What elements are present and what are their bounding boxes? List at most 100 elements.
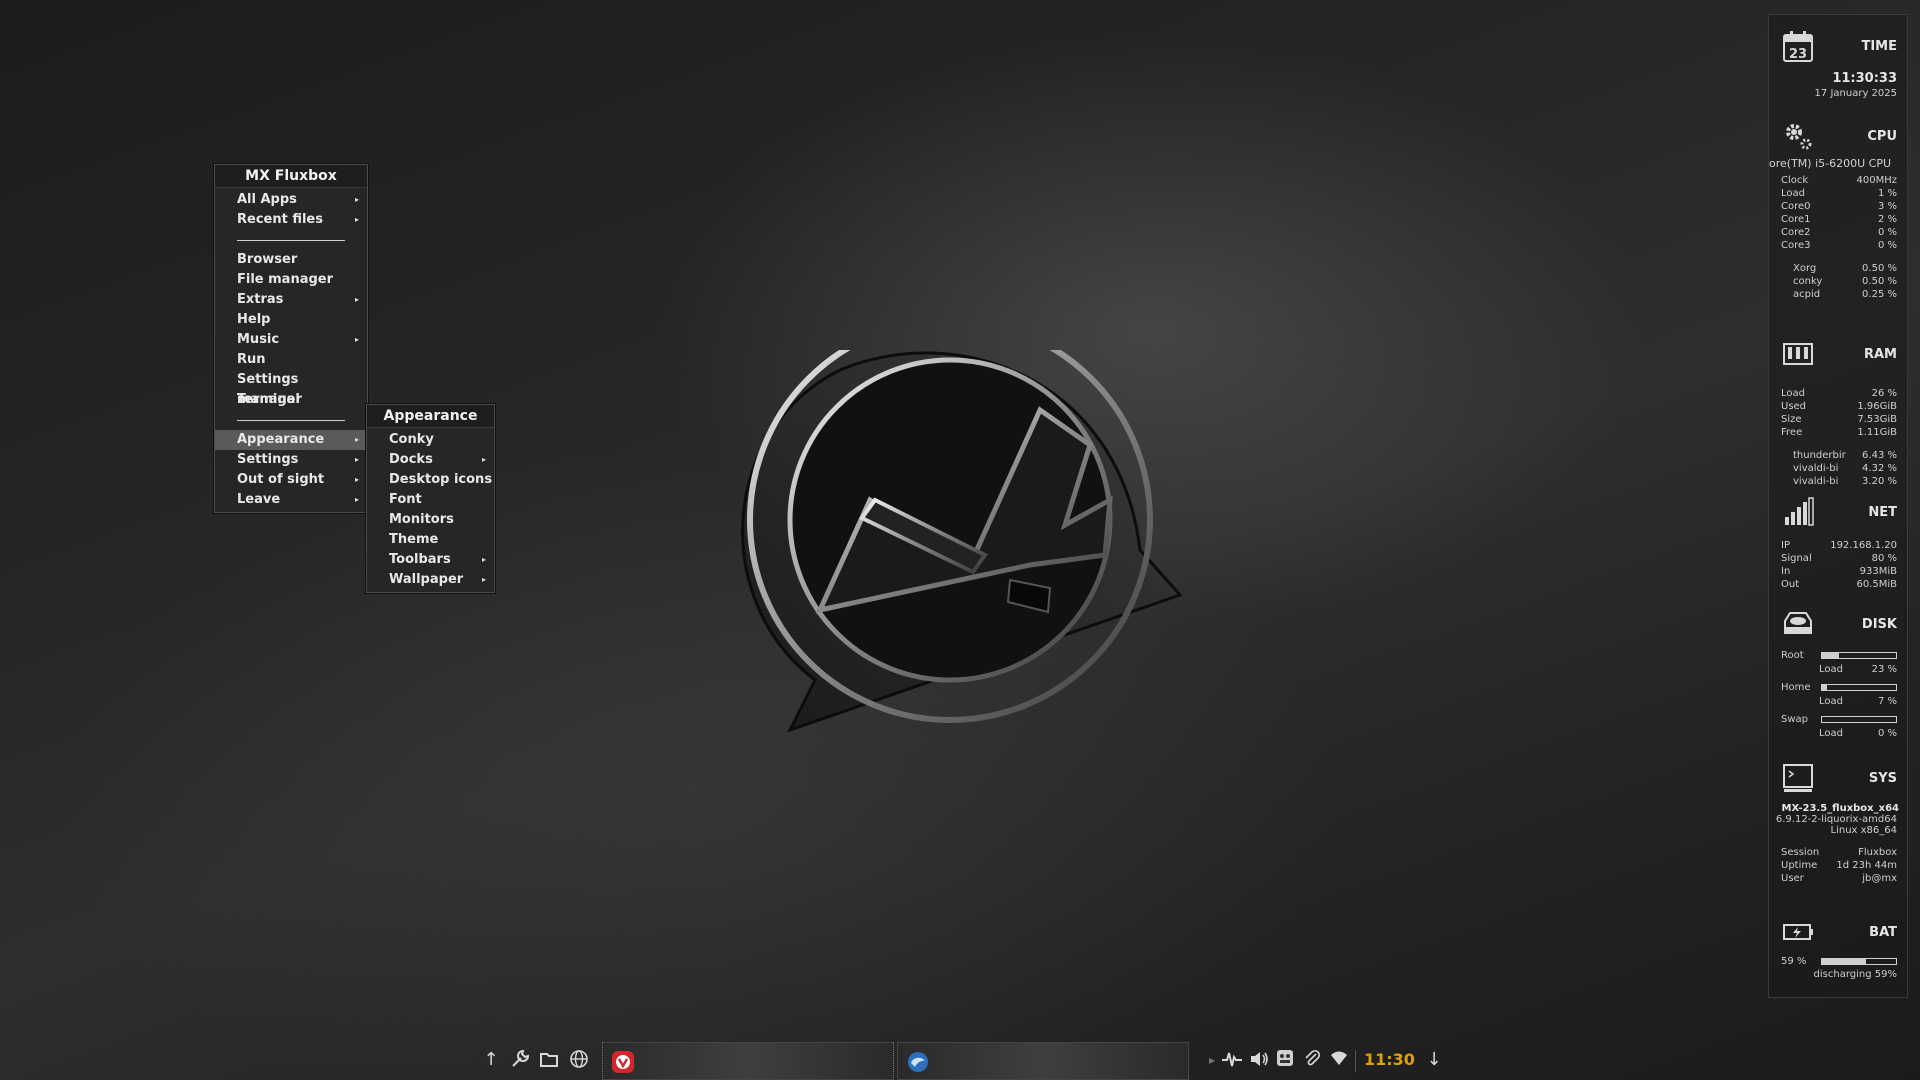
- network-manager-icon[interactable]: [1273, 1048, 1297, 1072]
- activity-monitor-icon[interactable]: [1220, 1048, 1244, 1072]
- menu-item-all-apps[interactable]: All Apps ▸: [215, 190, 367, 210]
- disk-entry-home: Home Load 7 %: [1781, 682, 1897, 707]
- submenu-arrow-icon: ▸: [354, 335, 359, 344]
- hard-disk-icon: [1784, 612, 1812, 634]
- conky-sys-section: SYS MX-23.5_fluxbox_x64 6.9.12-2-liquori…: [1769, 761, 1907, 885]
- ram-process-row: vivaldi-bi 4.32 %: [1793, 463, 1897, 474]
- conky-bat-section: BAT 59 % discharging 59%: [1769, 915, 1907, 980]
- ram-stat-row: Used 1.96GiB: [1781, 401, 1897, 412]
- terminal-monitor-icon: [1783, 764, 1813, 792]
- wrench-icon[interactable]: [508, 1048, 532, 1072]
- ram-process-row: thunderbir 6.43 %: [1793, 450, 1897, 461]
- submenu-item-monitors[interactable]: Monitors: [367, 510, 494, 530]
- conky-ram-section: RAM Load 26 % Used 1.96GiB Size 7.53GiB Fre…: [1769, 337, 1907, 488]
- submenu-arrow-icon: ▸: [354, 455, 359, 464]
- arrow-up-icon[interactable]: ↑: [479, 1048, 503, 1072]
- menu-separator: [215, 410, 367, 430]
- ram-process-row: vivaldi-bi 3.20 %: [1793, 476, 1897, 487]
- disk-entry-swap: Swap Load 0 %: [1781, 714, 1897, 739]
- menu-item-settings[interactable]: Settings ▸: [215, 450, 367, 470]
- submenu-item-desktop-icons[interactable]: Desktop icons: [367, 470, 494, 490]
- conky-disk-title: DISK: [1861, 617, 1897, 632]
- net-stat-row: IP 192.168.1.20: [1781, 540, 1897, 551]
- arrow-down-icon[interactable]: ↓: [1422, 1048, 1446, 1072]
- menu-item-terminal[interactable]: Terminal: [215, 390, 367, 410]
- menu-item-settings-manager[interactable]: Settings manager: [215, 370, 367, 407]
- cpu-stat-row: Core3 0 %: [1781, 240, 1897, 251]
- net-stat-row: Signal 80 %: [1781, 553, 1897, 564]
- appearance-submenu-title: Appearance: [367, 405, 494, 428]
- ram-stat-row: Free 1.11GiB: [1781, 427, 1897, 438]
- menu-item-browser[interactable]: Browser: [215, 250, 367, 270]
- disk-entry-root: Root Load 23 %: [1781, 650, 1897, 675]
- submenu-item-toolbars[interactable]: Toolbars ▸: [367, 550, 494, 570]
- cpu-stat-row: Core2 0 %: [1781, 227, 1897, 238]
- submenu-arrow-icon: ▸: [354, 295, 359, 304]
- mx-logo-wallpaper: [741, 350, 1183, 733]
- conky-cpu-model: ore(TM) i5-6200U CPU: [1769, 157, 1891, 170]
- gears-icon: [1786, 124, 1812, 150]
- menu-item-file-manager[interactable]: File manager: [215, 270, 367, 290]
- sys-stat-row: User jb@mx: [1781, 873, 1897, 884]
- sys-stat-row: Session Fluxbox: [1781, 847, 1897, 858]
- conky-distro: MX-23.5_fluxbox_x64: [1781, 803, 1900, 814]
- svg-text:23: 23: [1789, 47, 1807, 62]
- conky-ram-title: RAM: [1863, 347, 1897, 362]
- menu-item-run[interactable]: Run: [215, 350, 367, 370]
- cpu-stat-row: Core0 3 %: [1781, 201, 1897, 212]
- menu-item-music[interactable]: Music ▸: [215, 330, 367, 350]
- submenu-item-wallpaper[interactable]: Wallpaper ▸: [367, 570, 494, 590]
- submenu-arrow-icon: ▸: [354, 435, 359, 444]
- disk-usage-bar: [1821, 652, 1897, 659]
- appearance-submenu: Appearance Conky Docks ▸ Desktop icons Fo…: [366, 404, 495, 593]
- submenu-item-font[interactable]: Font: [367, 490, 494, 510]
- calendar-icon: 23: [1783, 31, 1813, 62]
- cpu-process-row: conky 0.50 %: [1793, 276, 1897, 287]
- vivaldi-icon: [612, 1051, 634, 1073]
- thunderbird-icon: [908, 1052, 928, 1072]
- battery-status: discharging 59%: [1813, 969, 1897, 980]
- folder-icon[interactable]: [537, 1048, 561, 1072]
- submenu-arrow-icon: ▸: [354, 215, 359, 224]
- globe-icon[interactable]: [567, 1048, 591, 1072]
- submenu-arrow-icon: ▸: [354, 475, 359, 484]
- ram-stat-row: Load 26 %: [1781, 388, 1897, 399]
- menu-item-out-of-sight[interactable]: Out of sight ▸: [215, 470, 367, 490]
- cpu-stat-row: Core1 2 %: [1781, 214, 1897, 225]
- conky-panel: 23 TIME 11:30:33 17 January 2025 CPU ore…: [1768, 14, 1908, 998]
- conky-arch: Linux x86_64: [1830, 825, 1898, 836]
- root-menu-title: MX Fluxbox: [215, 165, 367, 188]
- conky-time-section: 23 TIME 11:30:33 17 January 2025: [1769, 29, 1907, 99]
- conky-net-section: NET IP 192.168.1.20 Signal 80 % In 933MiB O…: [1769, 495, 1907, 591]
- taskbar-clock[interactable]: 11:30: [1364, 1048, 1415, 1072]
- submenu-item-conky[interactable]: Conky: [367, 430, 494, 450]
- wifi-icon[interactable]: [1327, 1048, 1351, 1072]
- conky-date: 17 January 2025: [1814, 88, 1897, 99]
- menu-item-extras[interactable]: Extras ▸: [215, 290, 367, 310]
- cpu-process-row: Xorg 0.50 %: [1793, 263, 1897, 274]
- conky-bat-title: BAT: [1869, 925, 1897, 940]
- paperclip-icon[interactable]: [1300, 1048, 1324, 1072]
- submenu-arrow-icon: ▸: [354, 495, 359, 504]
- disk-usage-bar: [1821, 684, 1897, 691]
- menu-item-help[interactable]: Help: [215, 310, 367, 330]
- conky-net-title: NET: [1868, 505, 1897, 520]
- tray-separator: [1355, 1050, 1356, 1072]
- taskbar: ↑ ▸ 11:30 ↓: [475, 1042, 1475, 1080]
- conky-disk-section: DISK Root Load 23 % Home Load 7 % Swap Loa…: [1769, 607, 1907, 741]
- root-menu: MX Fluxbox All Apps ▸ Recent files ▸ Brows…: [214, 164, 368, 513]
- ram-stat-row: Size 7.53GiB: [1781, 414, 1897, 425]
- task-thunderbird[interactable]: [897, 1042, 1189, 1080]
- net-stat-row: Out 60.5MiB: [1781, 579, 1897, 590]
- menu-item-appearance[interactable]: Appearance ▸: [215, 430, 367, 450]
- submenu-item-docks[interactable]: Docks ▸: [367, 450, 494, 470]
- battery-level-bar: [1821, 958, 1897, 965]
- battery-icon: [1783, 924, 1813, 940]
- volume-icon[interactable]: [1247, 1048, 1271, 1072]
- net-stat-row: In 933MiB: [1781, 566, 1897, 577]
- menu-item-leave[interactable]: Leave ▸: [215, 490, 367, 510]
- submenu-item-theme[interactable]: Theme: [367, 530, 494, 550]
- menu-item-recent-files[interactable]: Recent files ▸: [215, 210, 367, 230]
- cpu-stat-row: Load 1 %: [1781, 188, 1897, 199]
- task-vivaldi[interactable]: [602, 1042, 894, 1080]
